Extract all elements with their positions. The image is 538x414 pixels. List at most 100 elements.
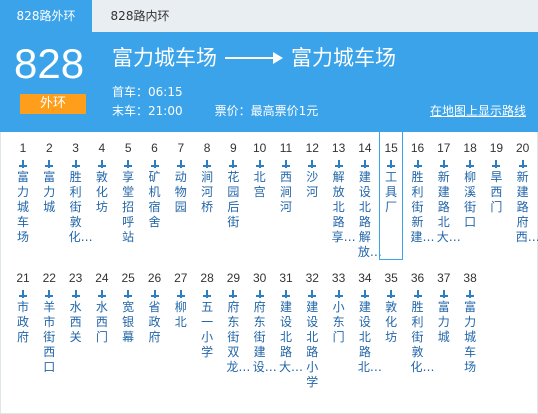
stop-name: 水西门	[95, 300, 108, 344]
stop-item[interactable]: 14 建设北路解放…	[353, 140, 382, 260]
stop-item[interactable]: 13 解放北路享…	[327, 140, 356, 245]
stop-number: 34	[358, 271, 372, 285]
stop-name: 西涧河	[279, 170, 292, 214]
stop-name: 府东街建设…	[252, 300, 277, 374]
stop-number: 1	[19, 141, 27, 155]
stop-item[interactable]: 10 北宫	[248, 140, 272, 200]
stop-number: 19	[489, 141, 504, 155]
stop-name: 市政府	[16, 300, 29, 344]
stop-item[interactable]: 35 敦化坊	[379, 270, 403, 345]
stop-item[interactable]: 11 西涧河	[274, 140, 298, 215]
stop-item[interactable]: 24 水西门	[90, 270, 114, 345]
stop-number: 10	[253, 141, 267, 155]
stop-item[interactable]: 16 胜利街新建…	[406, 140, 435, 245]
stop-item[interactable]: 36 胜利街敦化…	[406, 270, 435, 375]
stop-number: 26	[147, 271, 162, 285]
stop-item[interactable]: 9 花园后街	[221, 140, 245, 230]
stop-number: 28	[200, 271, 214, 285]
stop-item[interactable]: 3 胜利街敦化…	[64, 140, 93, 245]
stop-item[interactable]: 21 市政府	[11, 270, 35, 345]
stop-item[interactable]: 18 柳溪街口	[458, 140, 482, 230]
stop-number: 23	[68, 271, 83, 285]
stop-name: 新建路北大…	[436, 170, 461, 244]
stop-name: 享堂招呼站	[122, 170, 135, 244]
stop-item[interactable]: 22 羊市街西口	[37, 270, 61, 375]
bus-stop-icon	[71, 290, 80, 298]
bus-stop-icon	[518, 160, 527, 168]
stop-number: 4	[98, 141, 106, 155]
stop-number: 32	[305, 271, 319, 285]
stop-item[interactable]: 28 五一小学	[195, 270, 219, 360]
bus-stop-icon	[150, 290, 159, 298]
stop-item[interactable]: 33 小东门	[327, 270, 351, 345]
bus-stop-icon	[334, 160, 343, 168]
stop-item[interactable]: 17 新建路北大…	[432, 140, 461, 245]
stop-item[interactable]: 30 府东街建设…	[248, 270, 277, 375]
stop-name: 敦化坊	[95, 170, 108, 214]
stop-item[interactable]: 31 建设北路大…	[274, 270, 304, 375]
stop-item[interactable]: 29 府东街双龙…	[221, 270, 251, 375]
bus-stop-icon	[97, 290, 106, 298]
stop-number: 16	[410, 141, 425, 155]
last-bus-time: 末车：21:00	[112, 104, 183, 118]
bus-stop-icon	[360, 290, 369, 298]
stop-item[interactable]: 23 水西关	[64, 270, 88, 345]
stop-name: 胜利街敦化…	[68, 170, 93, 244]
bus-stop-icon	[413, 290, 422, 298]
stop-number: 17	[437, 141, 451, 155]
stop-name: 建设北路解放…	[357, 170, 382, 259]
bus-stop-icon	[229, 290, 238, 298]
stop-item[interactable]: 20 新建路府西…	[511, 140, 538, 245]
tab-outer-loop[interactable]: 828路外环	[0, 0, 92, 32]
bus-stop-icon	[360, 160, 369, 168]
stop-item[interactable]: 15 工具厂	[379, 132, 404, 260]
bus-stop-icon	[176, 290, 185, 298]
stop-number: 18	[463, 141, 477, 155]
first-bus-time: 首车：06:15	[112, 85, 183, 99]
stop-item[interactable]: 6 矿机宿舍	[143, 140, 167, 230]
stop-number: 5	[124, 141, 132, 155]
stop-item[interactable]: 8 涧河桥	[195, 140, 219, 215]
stop-item[interactable]: 37 富力城	[432, 270, 456, 345]
stop-name: 府东街双龙…	[226, 300, 251, 374]
stop-name: 旱西门	[490, 170, 503, 214]
bus-stop-icon	[413, 160, 422, 168]
bus-stop-icon	[387, 160, 396, 168]
bus-stop-icon	[203, 290, 212, 298]
stop-item[interactable]: 19 旱西门	[484, 140, 508, 215]
tab-inner-loop[interactable]: 828路内环	[92, 0, 188, 32]
stop-item[interactable]: 38 富力城车场	[458, 270, 482, 375]
stop-item[interactable]: 7 动物园	[169, 140, 193, 215]
stop-item[interactable]: 5 享堂招呼站	[116, 140, 140, 245]
stop-name: 建设北路小学	[306, 300, 319, 389]
bus-stop-icon	[19, 290, 27, 298]
stop-item[interactable]: 34 建设北路北…	[353, 270, 382, 375]
stop-item[interactable]: 12 沙河	[300, 140, 324, 200]
stop-item[interactable]: 32 建设北路小学	[300, 270, 324, 390]
stop-item[interactable]: 25 宽银幕	[116, 270, 140, 345]
bus-stop-icon	[19, 160, 27, 168]
bus-stop-icon	[150, 160, 159, 168]
stop-number: 8	[203, 141, 211, 155]
stop-item[interactable]: 26 省政府	[143, 270, 167, 345]
show-route-on-map-link[interactable]: 在地图上显示路线	[430, 103, 526, 119]
bus-stop-icon	[45, 160, 54, 168]
stop-number: 31	[279, 271, 293, 285]
stop-item[interactable]: 4 敦化坊	[90, 140, 114, 215]
stop-item[interactable]: 27 柳北	[169, 270, 193, 330]
schedule-fare-row: 末车：21:00 票价：最高票价1元	[112, 103, 318, 119]
stop-name: 富力城	[437, 300, 450, 344]
stop-item[interactable]: 1 富力城车场	[11, 140, 35, 245]
bus-stop-icon	[124, 160, 133, 168]
stop-name: 富力城车场	[16, 170, 29, 244]
stop-name: 柳北	[174, 300, 187, 329]
stop-number: 9	[230, 141, 237, 155]
stop-item[interactable]: 2 富力城	[37, 140, 61, 215]
stop-number: 22	[42, 271, 56, 285]
stop-name: 涧河桥	[201, 170, 214, 214]
bus-stop-icon	[229, 160, 238, 168]
stop-name: 建设北路大…	[279, 300, 304, 374]
fare-info: 票价：最高票价1元	[214, 104, 319, 118]
stop-number: 37	[437, 271, 451, 285]
bus-stop-icon	[97, 160, 106, 168]
